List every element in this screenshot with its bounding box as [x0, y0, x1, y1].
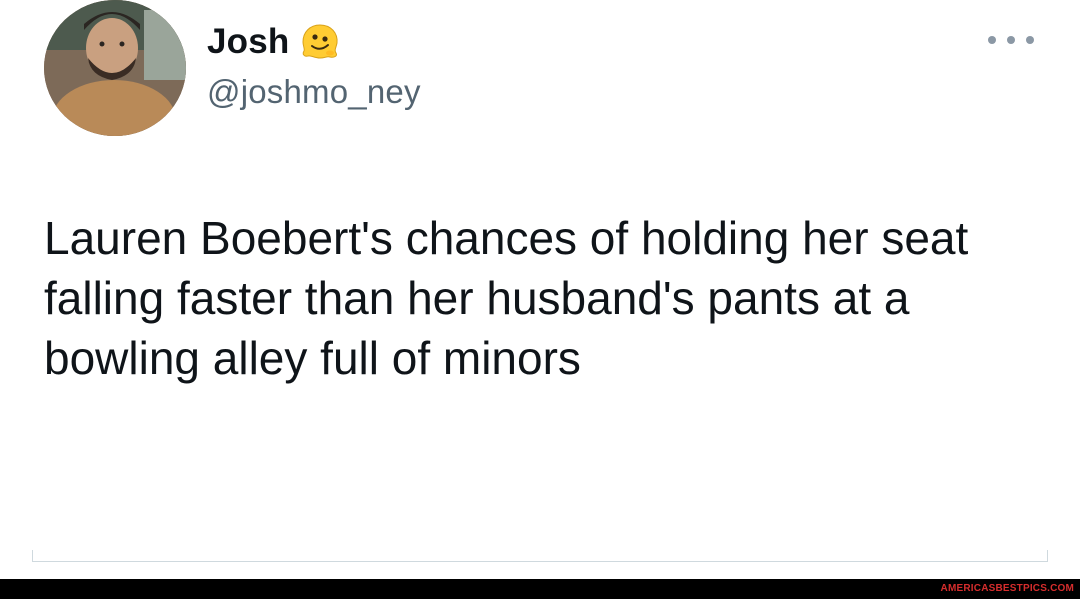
- avatar-image: [44, 0, 186, 136]
- watermark-text: AMERICASBESTPICS.COM: [940, 583, 1074, 594]
- tweet-text: Lauren Boebert's chances of holding her …: [44, 212, 969, 384]
- watermark-bar: AMERICASBESTPICS.COM: [0, 579, 1080, 599]
- melting-face-icon: [300, 22, 340, 62]
- tweet-divider: [32, 550, 1048, 562]
- more-horizontal-icon: [988, 36, 996, 44]
- more-options-button[interactable]: [986, 28, 1036, 52]
- more-horizontal-icon-dot: [1026, 36, 1034, 44]
- more-horizontal-icon-dot: [1007, 36, 1015, 44]
- author-name-row: Josh: [207, 20, 340, 64]
- avatar[interactable]: [44, 0, 186, 136]
- author-handle[interactable]: @joshmo_ney: [207, 73, 421, 111]
- author-display-name[interactable]: Josh: [207, 22, 290, 62]
